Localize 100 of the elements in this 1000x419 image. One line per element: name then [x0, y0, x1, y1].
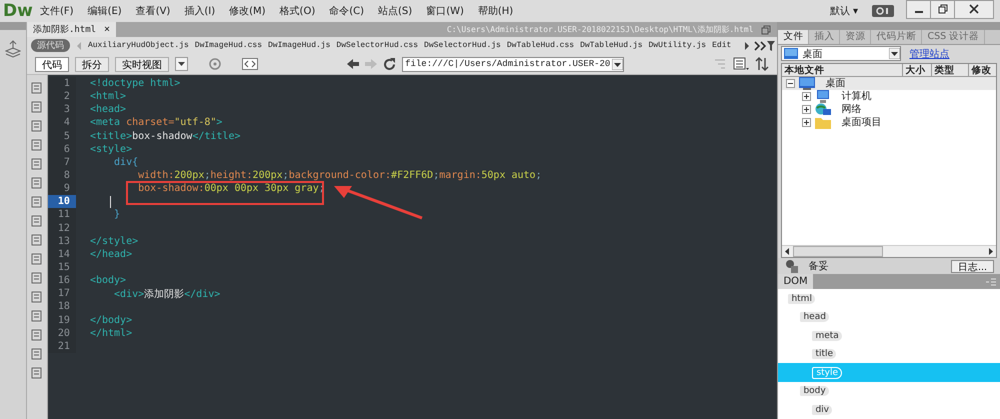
refresh-icon[interactable] [383, 58, 396, 70]
line-number: 9 [48, 182, 76, 196]
site-dropdown[interactable]: 桌面 [781, 46, 902, 62]
more-files-icon[interactable] [743, 40, 776, 52]
file-path: C:\Users\Administrator.USER-20180221SJ\Desktop\HTML\添加阴影.html [446, 24, 754, 35]
panel-tab[interactable]: 文件 [778, 30, 810, 44]
expand-toggle-icon[interactable] [802, 118, 812, 127]
options-icon[interactable] [733, 57, 750, 71]
expand-toggle-icon[interactable] [802, 104, 812, 114]
view-button[interactable]: 实时视图 [114, 56, 169, 72]
computer-icon [815, 90, 832, 103]
text-cursor [110, 196, 111, 208]
desktop-icon [799, 76, 816, 90]
address-field[interactable]: file:///C|/Users/Administrator.USER-20 [402, 56, 624, 72]
code-line: </html> [90, 328, 132, 339]
expand-toggle-icon[interactable] [786, 78, 796, 88]
expand-toggle-icon[interactable] [802, 92, 812, 101]
line-number: 18 [48, 300, 76, 314]
dom-node[interactable]: head [800, 312, 829, 322]
menu-item[interactable]: 文件(F) [33, 4, 81, 18]
code-line: </head> [90, 248, 132, 260]
menu-item[interactable]: 查看(V) [128, 4, 178, 18]
back-icon[interactable] [347, 59, 360, 69]
code-line: <div>添加阴影</div> [113, 288, 220, 301]
close-button[interactable] [955, 0, 993, 18]
restore-icon[interactable] [761, 24, 772, 34]
sort-icon[interactable] [755, 57, 772, 71]
line-number: 17 [48, 287, 76, 300]
menu-item[interactable]: 修改(M) [222, 4, 273, 18]
insert-panel-icon[interactable] [4, 40, 21, 58]
menu-item[interactable]: 窗口(W) [419, 4, 471, 18]
line-number: 3 [48, 103, 76, 116]
line-number: 4 [48, 116, 76, 130]
menu-item[interactable]: 编辑(E) [80, 4, 129, 18]
restore-button[interactable] [931, 0, 955, 18]
related-file-link[interactable]: DwTableHud.js [580, 41, 642, 50]
dom-node[interactable]: div [812, 404, 832, 415]
view-button[interactable]: 代码 [34, 56, 69, 72]
manage-sites-link[interactable]: 管理站点 [909, 46, 950, 61]
menu-item[interactable]: 插入(I) [177, 4, 222, 18]
code-line: div{ [113, 156, 138, 168]
file-tree-item[interactable]: 桌面 [825, 76, 846, 90]
document-tab[interactable]: 添加阴影.html × [26, 22, 116, 37]
file-tree-item[interactable]: 桌面项目 [841, 115, 882, 130]
code-view-icon[interactable] [242, 58, 258, 70]
related-file-link[interactable]: DwUtility.js [648, 41, 706, 50]
dom-node[interactable]: body [800, 386, 829, 396]
code-line: <title>box-shadow</title> [90, 130, 240, 142]
code-line: } [113, 209, 120, 220]
code-line: </style> [90, 236, 138, 247]
related-file-link[interactable]: AuxiliaryHudObject.js [88, 41, 189, 50]
panel-tab[interactable]: 插入 [809, 30, 840, 44]
desktop-icon [784, 48, 798, 60]
network-icon [815, 102, 832, 116]
restore-icon [938, 4, 948, 14]
minimize-button[interactable] [907, 0, 931, 18]
dropdown-icon[interactable] [612, 58, 624, 70]
code-line: width:200px;height:200px;background-color:#F2FF6D;margin:50px auto; [137, 170, 542, 182]
user-icon [784, 259, 798, 274]
related-file-link[interactable]: DwSelectorHud.js [424, 41, 501, 50]
dropdown-icon[interactable] [174, 57, 188, 71]
horizontal-scrollbar[interactable] [782, 245, 996, 258]
code-line: </body> [90, 314, 132, 326]
close-tab-icon[interactable]: × [104, 24, 110, 35]
dom-node[interactable]: title [812, 349, 836, 360]
target-icon[interactable] [208, 57, 222, 71]
column-header[interactable]: 本地文件 [782, 64, 904, 76]
panel-tab[interactable]: CSS 设计器 [922, 30, 986, 44]
code-line: <head> [90, 104, 126, 116]
line-number: 2 [48, 90, 76, 104]
column-header[interactable]: 修改 [969, 64, 996, 76]
column-header[interactable]: 类型 [932, 64, 970, 76]
dom-panel-tab[interactable]: DOM [778, 274, 813, 290]
menu-item[interactable]: 格式(O) [272, 4, 322, 18]
dom-node[interactable]: meta [812, 330, 842, 341]
dropdown-icon[interactable] [889, 48, 900, 60]
column-header[interactable]: 大小 [903, 64, 932, 76]
file-tree-item[interactable]: 计算机 [841, 89, 872, 104]
menu-item[interactable]: 帮助(H) [470, 4, 520, 18]
menu-item[interactable]: 站点(S) [371, 4, 420, 18]
panel-menu-icon[interactable] [986, 278, 996, 286]
panel-tab[interactable]: 资源 [840, 30, 872, 44]
related-file-link[interactable]: DwImageHud.js [268, 41, 330, 50]
line-number: 11 [48, 208, 76, 222]
minimize-icon [914, 11, 922, 13]
log-button[interactable]: 日志... [950, 260, 994, 273]
sync-icon[interactable] [872, 5, 894, 17]
workspace-switcher[interactable]: 默认 ▾ [830, 4, 858, 18]
related-file-link[interactable]: Edit [712, 41, 732, 50]
view-button[interactable]: 拆分 [74, 56, 109, 72]
source-code-button[interactable]: 源代码 [30, 39, 70, 52]
code-line: <meta charset="utf-8"> [90, 117, 222, 128]
status-text: 备妥 [808, 260, 828, 274]
related-file-link[interactable]: DwSelectorHud.css [336, 41, 418, 50]
menu-item[interactable]: 命令(C) [322, 4, 372, 18]
file-tree-item[interactable]: 网络 [841, 102, 862, 116]
dom-node[interactable]: html [788, 294, 815, 304]
panel-tab[interactable]: 代码片断 [871, 30, 922, 44]
related-file-link[interactable]: DwTableHud.css [506, 41, 574, 50]
related-file-link[interactable]: DwImageHud.css [194, 41, 262, 50]
